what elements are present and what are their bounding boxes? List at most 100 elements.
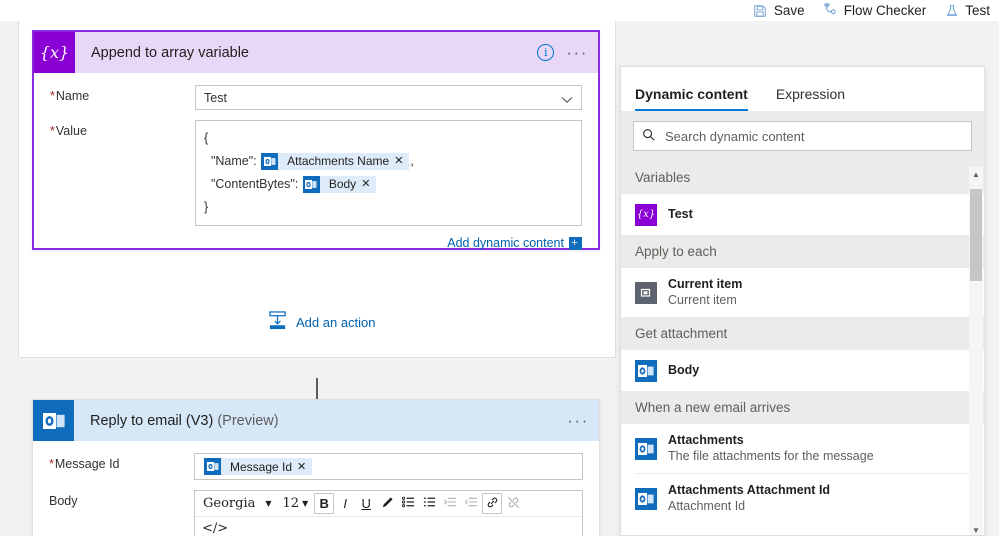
indent-button[interactable] xyxy=(440,493,460,514)
bold-button[interactable]: B xyxy=(314,493,335,514)
group-header-get-attachment: Get attachment xyxy=(621,317,984,350)
list-item-title: Attachments Attachment Id xyxy=(668,483,831,497)
required-asterisk: * xyxy=(50,124,55,138)
tab-dynamic-content[interactable]: Dynamic content xyxy=(635,86,748,111)
test-label: Test xyxy=(965,3,990,18)
font-size-value: 12 xyxy=(282,496,300,511)
required-asterisk: * xyxy=(49,457,54,471)
list-item-title: Test xyxy=(668,207,693,221)
group-header-apply-to-each: Apply to each xyxy=(621,235,984,268)
message-id-input[interactable]: Message Id ✕ xyxy=(194,453,583,480)
required-asterisk: * xyxy=(50,89,55,103)
list-item-subtitle: Current item xyxy=(668,293,737,307)
font-family-dropdown[interactable]: Georgia ▼ xyxy=(198,493,277,515)
info-icon[interactable]: i xyxy=(537,44,555,61)
group-header-variables: Variables xyxy=(621,161,984,194)
body-rich-text-editor[interactable]: Georgia ▼ 12 ▼ B I U </> xyxy=(194,490,583,536)
chip-label: Body xyxy=(328,177,357,192)
chip-label: Attachments Name xyxy=(287,154,390,169)
text-color-button[interactable] xyxy=(377,493,397,514)
append-card-header[interactable]: {x} Append to array variable i ··· xyxy=(34,32,598,73)
value-line-name: "Name": Attachments Name ✕ , xyxy=(204,150,573,173)
append-card-menu-icon[interactable]: ··· xyxy=(566,44,588,61)
variable-icon: {x} xyxy=(34,32,75,73)
append-card-body: *Name Test *Value { "Name": Attachments … xyxy=(34,73,598,250)
dynamic-content-panel: Dynamic content Expression Search dynami… xyxy=(620,66,985,536)
panel-tabs: Dynamic content Expression xyxy=(621,67,984,111)
dynamic-content-list[interactable]: Variables {x} Test Apply to each Current… xyxy=(621,161,984,529)
list-item-title: Attachments xyxy=(668,433,744,447)
rte-toolbar: Georgia ▼ 12 ▼ B I U xyxy=(195,491,582,517)
dynamic-content-chip-attachments-name[interactable]: Attachments Name ✕ xyxy=(261,150,410,173)
chevron-down-icon[interactable] xyxy=(561,93,573,107)
font-family-value: Georgia xyxy=(203,496,256,511)
list-item-attachments[interactable]: Attachments The file attachments for the… xyxy=(621,424,984,473)
flow-checker-button[interactable]: Flow Checker xyxy=(814,0,936,21)
reply-to-email-card[interactable]: Reply to email (V3) (Preview) ··· *Messa… xyxy=(32,399,600,536)
close-icon[interactable]: ✕ xyxy=(361,173,376,196)
dynamic-content-chip-body[interactable]: Body ✕ xyxy=(302,173,377,196)
chevron-down-icon: ▼ xyxy=(302,499,309,508)
close-icon[interactable]: ✕ xyxy=(297,460,312,473)
scroll-up-icon[interactable]: ▲ xyxy=(972,167,980,181)
search-container: Search dynamic content xyxy=(621,111,984,161)
scrollbar-thumb[interactable] xyxy=(970,189,982,281)
append-to-array-variable-card[interactable]: {x} Append to array variable i ··· *Name… xyxy=(32,30,600,250)
add-an-action-button[interactable]: Add an action xyxy=(268,311,376,333)
name-field-row: *Name Test xyxy=(50,85,582,110)
unlink-button[interactable] xyxy=(503,493,523,514)
test-button[interactable]: Test xyxy=(935,0,999,21)
list-item-subtitle: Attachment Id xyxy=(668,499,746,513)
list-item-test[interactable]: {x} Test xyxy=(621,194,984,235)
outlook-icon xyxy=(261,153,279,171)
append-card-title: Append to array variable xyxy=(91,44,249,61)
value-input[interactable]: { "Name": Attachments Name ✕ , "ContentB… xyxy=(195,120,582,226)
outlook-icon xyxy=(635,359,657,382)
reply-card-title: Reply to email (V3) (Preview) xyxy=(90,413,279,429)
close-icon[interactable]: ✕ xyxy=(394,150,409,173)
value-line-close: } xyxy=(204,200,209,214)
message-id-label: *Message Id xyxy=(49,457,120,471)
outdent-button[interactable] xyxy=(461,493,481,514)
body-code-view[interactable]: </> xyxy=(195,517,582,536)
body-row: Body Georgia ▼ 12 ▼ B I U </> xyxy=(49,490,583,536)
search-input[interactable]: Search dynamic content xyxy=(633,121,972,151)
reply-card-body: *Message Id Message Id ✕ Body Georgia ▼ … xyxy=(33,441,599,536)
italic-button[interactable]: I xyxy=(335,493,355,514)
append-card-header-actions: i ··· xyxy=(537,32,588,73)
value-line-open: { xyxy=(204,131,209,145)
underline-icon: U xyxy=(361,496,371,511)
tab-expression[interactable]: Expression xyxy=(776,86,845,111)
reply-card-header-actions: ··· xyxy=(567,400,589,441)
list-item-attachments-attachment-id[interactable]: Attachments Attachment Id Attachment Id xyxy=(621,474,984,523)
chevron-down-icon: ▼ xyxy=(265,499,272,508)
name-value: Test xyxy=(204,90,227,105)
variable-icon: {x} xyxy=(635,203,657,226)
link-button[interactable] xyxy=(482,493,503,514)
font-size-dropdown[interactable]: 12 ▼ xyxy=(278,493,314,515)
add-dynamic-content-link[interactable]: Add dynamic content + xyxy=(447,236,582,250)
unlink-icon xyxy=(507,496,520,512)
name-key: "Name": xyxy=(210,154,257,168)
bulleted-list-button[interactable] xyxy=(398,493,418,514)
scrollbar-track[interactable] xyxy=(969,181,983,523)
list-item-body[interactable]: Body xyxy=(621,350,984,391)
save-button[interactable]: Save xyxy=(744,0,814,21)
flow-canvas: ❯ {x} Append to array variable i ··· *Na… xyxy=(0,21,616,536)
list-item-current-item[interactable]: Current item Current item xyxy=(621,268,984,317)
body-label: Body xyxy=(49,494,78,508)
list-item-subtitle: The file attachments for the message xyxy=(668,449,874,463)
value-line-contentbytes: "ContentBytes": Body ✕ xyxy=(204,173,573,196)
dynamic-content-chip-message-id[interactable]: Message Id ✕ xyxy=(204,458,313,475)
reply-card-menu-icon[interactable]: ··· xyxy=(567,412,589,429)
reply-card-header[interactable]: Reply to email (V3) (Preview) ··· xyxy=(33,400,599,441)
value-field-label: *Value xyxy=(50,124,87,138)
numbered-list-button[interactable] xyxy=(419,493,439,514)
save-label: Save xyxy=(773,3,805,18)
outlook-icon xyxy=(33,400,74,441)
add-an-action-label: Add an action xyxy=(296,314,376,330)
name-select[interactable]: Test xyxy=(195,85,582,110)
underline-button[interactable]: U xyxy=(356,493,376,514)
scroll-down-icon[interactable]: ▼ xyxy=(972,523,980,535)
panel-scrollbar[interactable]: ▲ ▼ xyxy=(969,167,983,535)
